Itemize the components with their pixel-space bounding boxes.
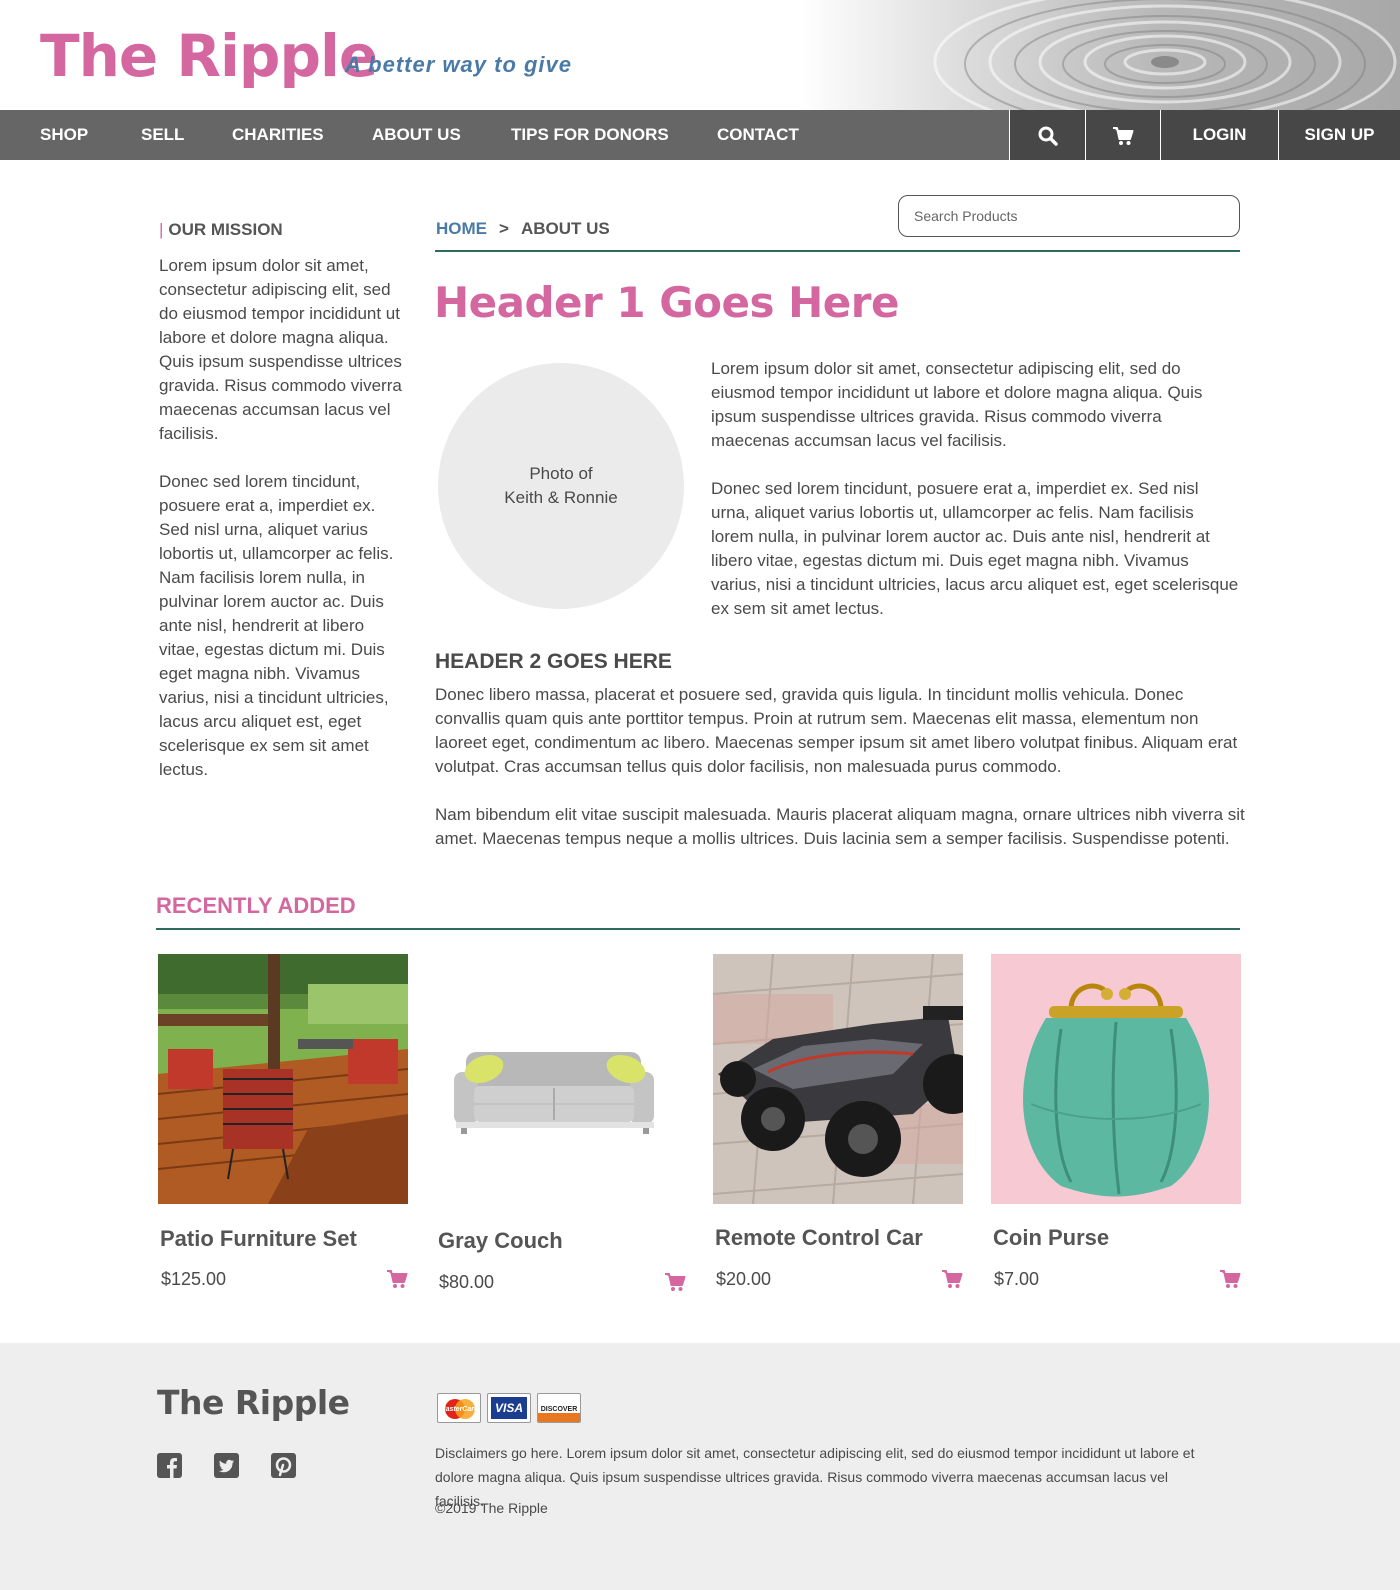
nav-cart-button[interactable] xyxy=(1085,110,1160,160)
twitter-icon[interactable] xyxy=(214,1453,239,1478)
breadcrumb-current: ABOUT US xyxy=(520,219,610,238)
mission-heading-text: OUR MISSION xyxy=(168,220,283,239)
divider xyxy=(435,250,1240,252)
product-image-coin-purse[interactable] xyxy=(991,954,1241,1204)
add-to-cart-icon[interactable] xyxy=(941,1269,963,1289)
photo-caption-line: Keith & Ronnie xyxy=(504,488,618,507)
copyright-text: ©2019 The Ripple xyxy=(435,1500,548,1516)
product-name[interactable]: Gray Couch xyxy=(438,1228,563,1254)
nav-charities[interactable]: CHARITIES xyxy=(232,110,324,160)
payment-card-label: VISA xyxy=(494,1401,523,1415)
login-button[interactable]: LOGIN xyxy=(1160,110,1278,160)
product-image-rc-car[interactable] xyxy=(713,954,963,1204)
disclaimer-text: Disclaimers go here. Lorem ipsum dolor s… xyxy=(435,1445,1195,1509)
search-input[interactable] xyxy=(898,195,1240,237)
product-name[interactable]: Patio Furniture Set xyxy=(160,1226,357,1252)
nav-search-button[interactable] xyxy=(1009,110,1085,160)
footer-logo[interactable]: The Ripple xyxy=(157,1383,350,1422)
product-image-couch[interactable] xyxy=(436,954,686,1204)
photo-placeholder: Photo of Keith & Ronnie xyxy=(438,363,684,609)
breadcrumb: HOME > ABOUT US xyxy=(436,219,610,239)
product-name[interactable]: Coin Purse xyxy=(993,1225,1109,1251)
add-to-cart-icon[interactable] xyxy=(386,1269,408,1289)
ripple-banner-image xyxy=(800,0,1400,110)
mission-paragraph: Donec sed lorem tincidunt, posuere erat … xyxy=(159,472,394,779)
section-paragraph: Nam bibendum elit vitae suscipit malesua… xyxy=(435,805,1245,848)
section-paragraph: Donec libero massa, placerat et posuere … xyxy=(435,685,1238,776)
product-image-patio[interactable] xyxy=(158,954,408,1204)
site-logo[interactable]: The Ripple xyxy=(40,22,378,90)
section-heading: HEADER 2 GOES HERE xyxy=(435,650,672,673)
intro-paragraph: Donec sed lorem tincidunt, posuere erat … xyxy=(711,479,1239,618)
breadcrumb-separator: > xyxy=(499,219,509,238)
page-title: Header 1 Goes Here xyxy=(434,278,899,327)
site-header: The Ripple A better way to give xyxy=(0,0,1400,110)
main-navbar: SHOP SELL CHARITIES ABOUT US TIPS FOR DO… xyxy=(0,110,1400,160)
site-footer: The Ripple MasterCard VISA DISCOVER Disc… xyxy=(0,1343,1400,1590)
mastercard-icon: MasterCard xyxy=(437,1393,481,1423)
nav-tips-for-donors[interactable]: TIPS FOR DONORS xyxy=(511,110,669,160)
mission-text: Lorem ipsum dolor sit amet, consectetur … xyxy=(159,254,404,782)
nav-about-us[interactable]: ABOUT US xyxy=(372,110,461,160)
section-text: Donec libero massa, placerat et posuere … xyxy=(435,683,1245,851)
payment-card-label: MasterCard xyxy=(439,1406,479,1413)
signup-button[interactable]: SIGN UP xyxy=(1278,110,1400,160)
nav-contact[interactable]: CONTACT xyxy=(717,110,799,160)
breadcrumb-home[interactable]: HOME xyxy=(436,219,487,238)
product-price: $7.00 xyxy=(994,1269,1040,1289)
cart-icon xyxy=(1113,126,1134,145)
mission-heading: | OUR MISSION xyxy=(159,220,283,240)
product-price: $125.00 xyxy=(161,1269,227,1289)
nav-sell[interactable]: SELL xyxy=(141,110,184,160)
nav-shop[interactable]: SHOP xyxy=(40,110,88,160)
facebook-icon[interactable] xyxy=(157,1453,182,1478)
discover-icon: DISCOVER xyxy=(537,1393,581,1423)
divider xyxy=(156,928,1240,930)
intro-paragraph: Lorem ipsum dolor sit amet, consectetur … xyxy=(711,359,1203,450)
payment-card-label: DISCOVER xyxy=(540,1406,578,1413)
visa-icon: VISA xyxy=(487,1393,531,1423)
add-to-cart-icon[interactable] xyxy=(664,1272,686,1292)
payment-methods: MasterCard VISA DISCOVER xyxy=(437,1393,581,1423)
mission-paragraph: Lorem ipsum dolor sit amet, consectetur … xyxy=(159,256,402,443)
product-price: $20.00 xyxy=(716,1269,772,1289)
photo-caption-line: Photo of xyxy=(529,464,593,483)
recently-added-heading: RECENTLY ADDED xyxy=(156,893,356,918)
search-icon xyxy=(1038,126,1058,146)
pinterest-icon[interactable] xyxy=(271,1453,296,1478)
product-price: $80.00 xyxy=(439,1272,495,1292)
product-name[interactable]: Remote Control Car xyxy=(715,1225,923,1251)
nav-actions: LOGIN SIGN UP xyxy=(1009,110,1400,160)
site-tagline: A better way to give xyxy=(345,52,573,77)
intro-text: Lorem ipsum dolor sit amet, consectetur … xyxy=(711,357,1241,621)
add-to-cart-icon[interactable] xyxy=(1219,1269,1241,1289)
heading-accent-bar: | xyxy=(159,220,164,239)
